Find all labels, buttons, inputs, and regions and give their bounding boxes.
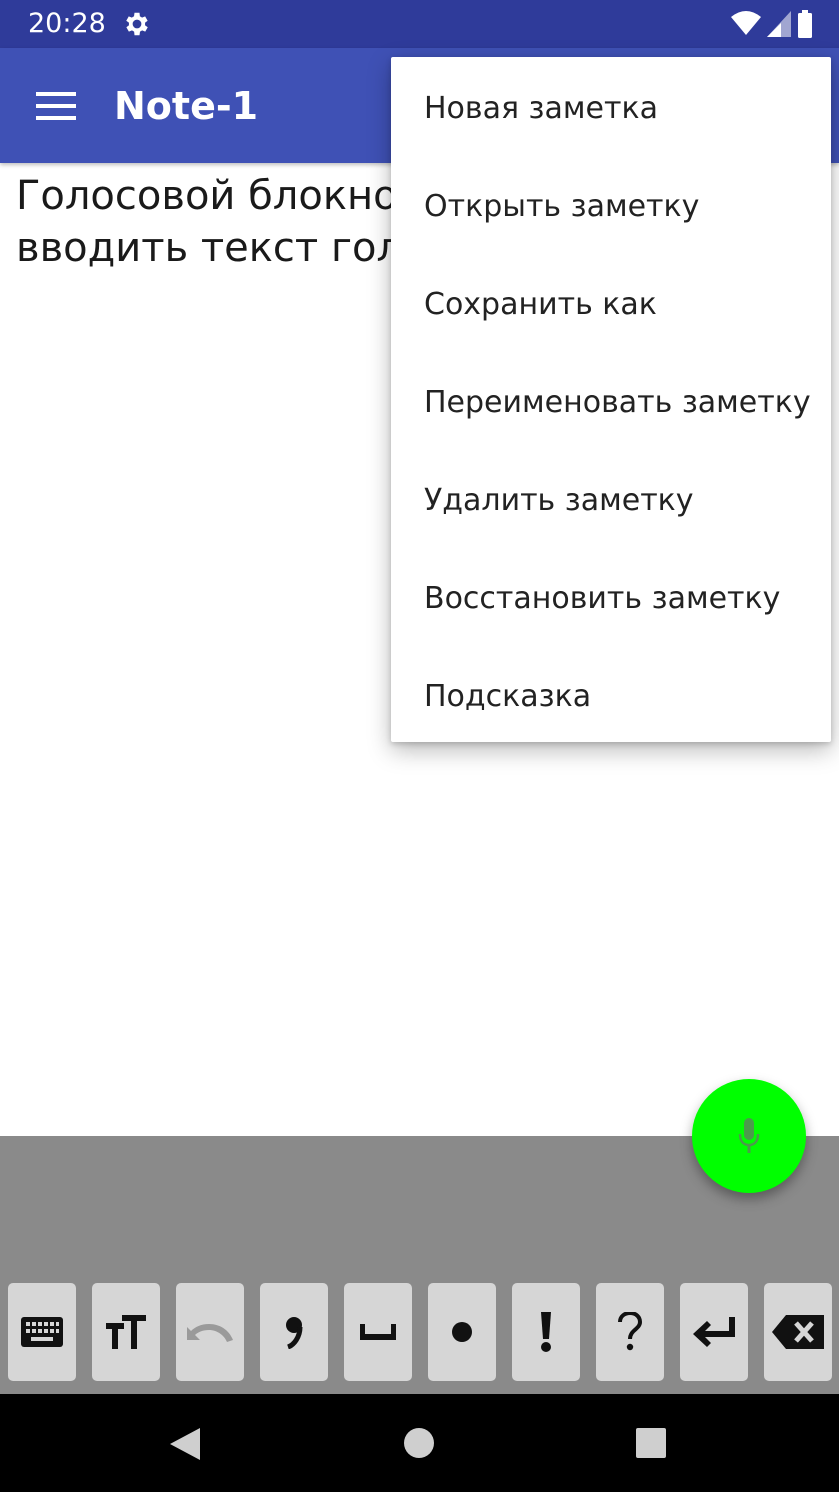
- status-time: 20:28: [28, 8, 106, 39]
- comma-glyph: [286, 1317, 303, 1349]
- comma-key[interactable]: [260, 1283, 328, 1381]
- question-key[interactable]: [596, 1283, 664, 1381]
- menu-item-rename-note[interactable]: Переименовать заметку: [391, 353, 831, 451]
- backspace-icon: [772, 1315, 824, 1349]
- menu-item-delete-note[interactable]: Удалить заметку: [391, 451, 831, 549]
- menu-item-open-note[interactable]: Открыть заметку: [391, 157, 831, 255]
- battery-icon: [798, 10, 812, 38]
- recents-icon[interactable]: [636, 1428, 666, 1458]
- voice-input-fab[interactable]: [692, 1079, 806, 1193]
- text-size-key[interactable]: [92, 1283, 160, 1381]
- menu-item-help[interactable]: Подсказка: [391, 647, 831, 745]
- period-glyph: [452, 1322, 472, 1342]
- wifi-icon: [731, 11, 761, 35]
- status-bar: 20:28: [0, 0, 839, 48]
- enter-key[interactable]: [680, 1283, 748, 1381]
- text-size-icon: [106, 1315, 146, 1349]
- backspace-key[interactable]: [764, 1283, 832, 1381]
- app-title: Note-1: [114, 84, 259, 128]
- exclamation-key[interactable]: [512, 1283, 580, 1381]
- exclamation-glyph: [541, 1312, 551, 1352]
- keyboard-key[interactable]: [8, 1283, 76, 1381]
- cell-signal-icon: [767, 11, 791, 37]
- space-icon: [360, 1324, 396, 1340]
- keyboard-icon: [21, 1317, 63, 1347]
- settings-gear-icon: [126, 12, 148, 36]
- menu-item-save-as[interactable]: Сохранить как: [391, 255, 831, 353]
- status-icons: [731, 10, 813, 38]
- overflow-menu: Новая заметка Открыть заметку Сохранить …: [391, 57, 831, 742]
- period-key[interactable]: [428, 1283, 496, 1381]
- question-glyph: [618, 1312, 643, 1351]
- microphone-icon: [738, 1118, 760, 1153]
- undo-key[interactable]: [176, 1283, 244, 1381]
- enter-icon: [693, 1317, 735, 1347]
- home-icon[interactable]: [404, 1428, 434, 1458]
- undo-icon: [187, 1324, 233, 1342]
- menu-item-restore-note[interactable]: Восстановить заметку: [391, 549, 831, 647]
- space-key[interactable]: [344, 1283, 412, 1381]
- hamburger-menu-icon[interactable]: [36, 92, 76, 120]
- menu-item-new-note[interactable]: Новая заметка: [391, 59, 831, 157]
- navigation-bar: [0, 1394, 839, 1492]
- back-icon[interactable]: [170, 1428, 200, 1460]
